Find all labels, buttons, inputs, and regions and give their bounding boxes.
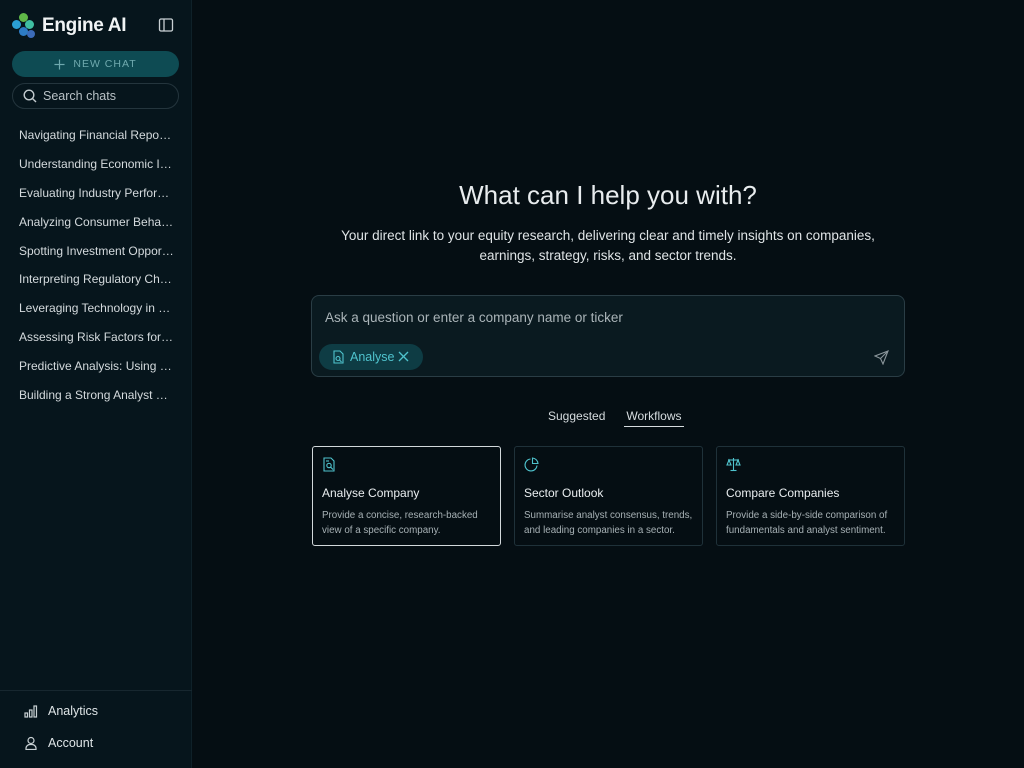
sidebar-toggle-icon[interactable] bbox=[158, 17, 174, 33]
chat-item[interactable]: Assessing Risk Factors for Equities bbox=[0, 323, 192, 352]
chat-item[interactable]: Evaluating Industry Performance bbox=[0, 179, 192, 208]
document-search-icon bbox=[333, 350, 344, 364]
card-description: Provide a side-by-side comparison of fun… bbox=[726, 510, 888, 536]
plus-icon bbox=[54, 58, 65, 70]
chat-item[interactable]: Interpreting Regulatory Changes bbox=[0, 265, 192, 294]
sidebar-footer: Analytics Account bbox=[0, 690, 192, 768]
new-chat-button[interactable]: NEW CHAT bbox=[12, 51, 179, 77]
send-icon[interactable] bbox=[874, 350, 889, 365]
brand[interactable]: Engine AI bbox=[12, 12, 127, 40]
chat-history-list: Navigating Financial Reports: A Beginner… bbox=[0, 121, 192, 409]
prompt-box: Analyse bbox=[311, 295, 905, 377]
search-chats[interactable] bbox=[12, 83, 179, 109]
chat-item[interactable]: Understanding Economic Indicators bbox=[0, 150, 192, 179]
tab-suggested[interactable]: Suggested bbox=[546, 409, 607, 427]
document-search-icon bbox=[323, 457, 335, 472]
card-description: Provide a concise, research-backed view … bbox=[322, 510, 478, 536]
card-description: Summarise analyst consensus, trends, and… bbox=[524, 510, 693, 536]
brand-name: Engine AI bbox=[42, 15, 127, 36]
scale-icon bbox=[726, 458, 741, 472]
card-analyse-company[interactable]: Analyse Company Provide a concise, resea… bbox=[312, 446, 501, 546]
prompt-input[interactable] bbox=[325, 310, 865, 325]
account-link[interactable]: Account bbox=[24, 733, 93, 753]
analytics-label: Analytics bbox=[48, 704, 99, 718]
chat-item[interactable]: Spotting Investment Opportunities bbox=[0, 236, 192, 265]
tab-workflows[interactable]: Workflows bbox=[624, 409, 684, 427]
search-input[interactable] bbox=[43, 89, 171, 103]
card-title: Sector Outlook bbox=[524, 486, 604, 500]
chat-item[interactable]: Building a Strong Analyst Portfolio bbox=[0, 380, 192, 409]
bar-chart-icon bbox=[24, 705, 38, 718]
card-compare-companies[interactable]: Compare Companies Provide a side-by-side… bbox=[716, 446, 905, 546]
workflow-tabs: Suggested Workflows bbox=[540, 409, 684, 431]
chat-item[interactable]: Analyzing Consumer Behavior Trends bbox=[0, 207, 192, 236]
chip-label: Analyse bbox=[350, 350, 395, 364]
page-title: What can I help you with? bbox=[459, 180, 757, 210]
chat-item[interactable]: Navigating Financial Reports: A Beginner… bbox=[0, 121, 192, 150]
card-sector-outlook[interactable]: Sector Outlook Summarise analyst consens… bbox=[514, 446, 703, 546]
card-title: Compare Companies bbox=[726, 486, 840, 500]
chat-item[interactable]: Leveraging Technology in Market Research bbox=[0, 294, 192, 323]
page-subtitle: Your direct link to your equity research… bbox=[341, 228, 875, 263]
user-icon bbox=[25, 736, 37, 750]
pie-chart-icon bbox=[524, 457, 539, 472]
sidebar: Engine AI NEW CHAT Navigating Financial … bbox=[0, 0, 192, 768]
card-title: Analyse Company bbox=[322, 486, 420, 500]
new-chat-label: NEW CHAT bbox=[73, 58, 137, 70]
close-icon[interactable] bbox=[398, 351, 409, 362]
analyse-chip[interactable]: Analyse bbox=[319, 344, 423, 370]
analytics-link[interactable]: Analytics bbox=[24, 701, 98, 721]
account-label: Account bbox=[48, 736, 94, 750]
engine-ai-logo-icon bbox=[12, 12, 37, 40]
search-icon bbox=[23, 89, 37, 103]
chat-item[interactable]: Predictive Analysis: Using Data Models bbox=[0, 351, 192, 380]
